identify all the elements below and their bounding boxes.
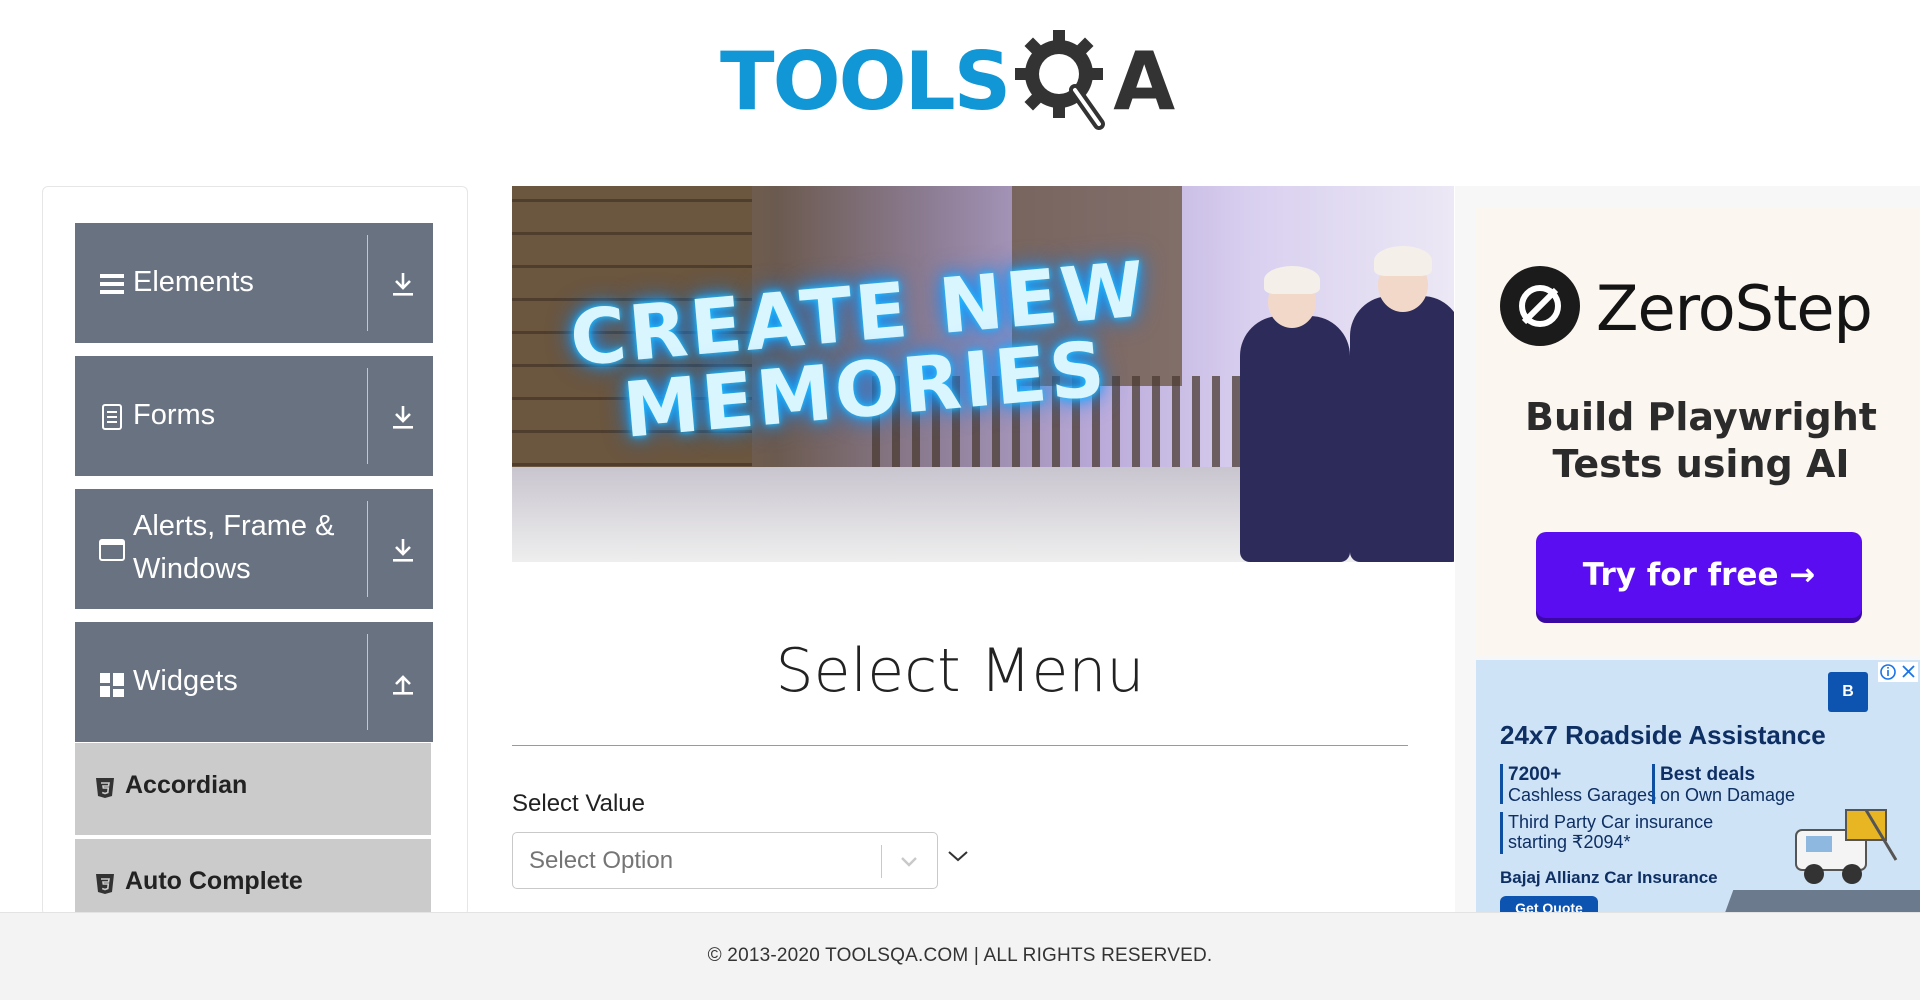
- hamburger-icon: [100, 274, 124, 294]
- html5-icon: [96, 874, 114, 894]
- gear-magnifier-icon: [1015, 30, 1106, 130]
- download-arrow-icon[interactable]: [390, 536, 416, 564]
- stat-value: Best deals: [1660, 764, 1756, 785]
- nav-group-elements[interactable]: Elements: [75, 223, 433, 343]
- nav-group-widgets[interactable]: Widgets: [75, 622, 433, 742]
- banner-person-left: [1240, 316, 1350, 562]
- select-value-label: Select Value: [512, 790, 645, 817]
- nav-group-label: Elements: [133, 266, 254, 298]
- divider: [367, 368, 368, 464]
- nav-item-label: Auto Complete: [125, 867, 303, 895]
- page-title: Select Menu: [775, 636, 1145, 706]
- stat-line2: starting ₹2094*: [1508, 832, 1631, 852]
- try-for-free-button[interactable]: Try for free →: [1536, 532, 1862, 618]
- widgets-icon: [100, 673, 124, 697]
- zerostep-headline-line2: Tests using AI: [1552, 442, 1850, 486]
- site-footer: © 2013-2020 TOOLSQA.COM | ALL RIGHTS RES…: [0, 912, 1920, 1000]
- zerostep-headline-line1: Build Playwright: [1525, 395, 1877, 439]
- promo-banner[interactable]: CREATE NEW MEMORIES: [512, 186, 1454, 562]
- logo-text-a: A: [1113, 35, 1175, 128]
- nav-group-alerts-frame-windows[interactable]: Alerts, Frame & Windows: [75, 489, 433, 609]
- download-arrow-icon[interactable]: [390, 270, 416, 298]
- chevron-down-icon: [948, 851, 968, 862]
- stat-bar: [1500, 764, 1503, 804]
- nav-group-forms[interactable]: Forms: [75, 356, 433, 476]
- left-nav-panel: Elements Forms Alerts, Frame & Windows W…: [42, 186, 468, 931]
- stat-line1: Third Party Car insurance: [1508, 812, 1714, 832]
- select-value-placeholder: Select Option: [529, 847, 674, 874]
- zerostep-headline: Build Playwright Tests using AI: [1516, 394, 1886, 488]
- stat-bar: [1500, 812, 1503, 854]
- stat-value: 7200+: [1508, 764, 1562, 785]
- zerostep-mark-icon: [1519, 285, 1561, 327]
- divider: [367, 235, 368, 331]
- banner-person-hat: [1374, 246, 1432, 276]
- nav-group-label: Alerts, Frame &: [133, 510, 335, 542]
- bajaj-ad[interactable]: B 24x7 Roadside Assistance 7200+ Cashles…: [1476, 660, 1920, 916]
- logo-text-tools: TOOLS: [720, 35, 1011, 128]
- bajaj-logo: B: [1828, 672, 1868, 712]
- bajaj-brand-line: Bajaj Allianz Car Insurance: [1500, 868, 1718, 887]
- download-arrow-icon[interactable]: [390, 403, 416, 431]
- nav-group-label: Forms: [133, 399, 216, 431]
- divider: [367, 501, 368, 597]
- nav-item-accordian[interactable]: Accordian: [75, 743, 431, 835]
- nav-group-label: Widgets: [133, 665, 238, 697]
- nav-group-label-line2: Windows: [133, 553, 251, 585]
- document-icon: [102, 404, 122, 430]
- select-value-dropdown[interactable]: Select Option: [512, 832, 938, 889]
- toolsqa-logo[interactable]: TOOLS A: [720, 22, 1175, 142]
- window-icon: [99, 539, 125, 561]
- stat-bar: [1652, 764, 1655, 804]
- tow-truck-icon: [1795, 809, 1898, 884]
- zerostep-logo-icon: [1500, 266, 1580, 346]
- bajaj-headline: 24x7 Roadside Assistance: [1500, 720, 1826, 750]
- stat-deals: Best deals on Own Damage: [1660, 764, 1796, 806]
- stat-label: Cashless Garages: [1508, 785, 1657, 805]
- nav-item-label: Accordian: [125, 771, 248, 799]
- ad-info-close-icon[interactable]: [1878, 662, 1918, 682]
- ad-close-controls[interactable]: [1878, 662, 1918, 682]
- chevron-down-icon[interactable]: [899, 851, 919, 871]
- divider: [367, 634, 368, 730]
- stat-garages: 7200+ Cashless Garages: [1508, 764, 1657, 806]
- dropdown-separator: [881, 845, 882, 878]
- banner-person-hat: [1264, 266, 1320, 294]
- stat-third-party: Third Party Car insurance starting ₹2094…: [1508, 812, 1713, 852]
- html5-icon: [96, 778, 114, 798]
- title-divider: [512, 745, 1408, 746]
- stat-label: on Own Damage: [1660, 785, 1796, 805]
- zerostep-ad[interactable]: ZeroStep Build Playwright Tests using AI…: [1476, 208, 1920, 656]
- banner-person-right: [1350, 296, 1454, 562]
- site-header: TOOLS A: [0, 0, 1920, 160]
- zerostep-brand: ZeroStep: [1596, 272, 1873, 345]
- upload-arrow-icon[interactable]: [390, 669, 416, 697]
- footer-copyright: © 2013-2020 TOOLSQA.COM | ALL RIGHTS RES…: [707, 945, 1213, 966]
